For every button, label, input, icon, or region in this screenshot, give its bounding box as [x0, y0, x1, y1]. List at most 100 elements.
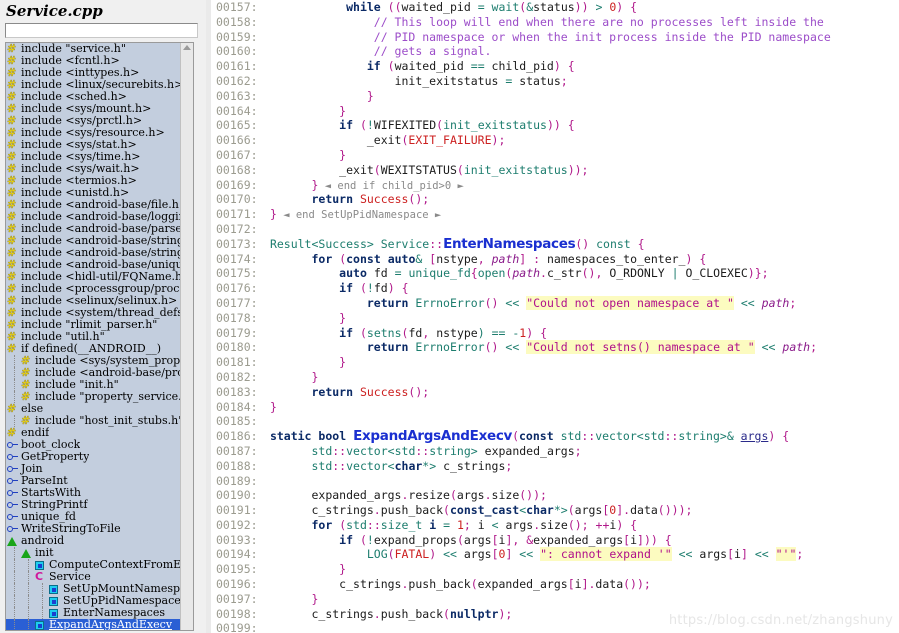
tree-vertical-scrollbar[interactable] — [180, 43, 193, 630]
code-line[interactable]: 00196: c_strings.push_back(expanded_args… — [206, 577, 899, 592]
code-line[interactable]: 00187: std::vector<std::string> expanded… — [206, 444, 899, 459]
tree-item[interactable]: include <sys/stat.h> — [6, 139, 181, 151]
chevron-up-icon[interactable] — [183, 45, 191, 50]
code-line[interactable]: 00175: auto fd = unique_fd{open(path.c_s… — [206, 266, 899, 281]
tree-item[interactable]: Service — [6, 571, 181, 583]
code-editor[interactable]: 00157: while ((waited_pid = wait(&status… — [206, 0, 899, 633]
tree-item[interactable]: include "service.h" — [6, 43, 181, 55]
code-line[interactable]: 00186: static bool ExpandArgsAndExecv(co… — [206, 429, 899, 444]
tree-item[interactable]: StartsWith — [6, 487, 181, 499]
tree-item[interactable]: include <sys/resource.h> — [6, 127, 181, 139]
tree-item[interactable]: include <android-base/parsedouble.h> — [6, 223, 181, 235]
code-line[interactable]: 00169: } ◄ end if child_pid>0 ► — [206, 178, 899, 193]
code-line[interactable]: 00191: c_strings.push_back(const_cast<ch… — [206, 503, 899, 518]
code-line[interactable]: 00199: — [206, 621, 899, 633]
code-line[interactable]: 00195: } — [206, 562, 899, 577]
code-line[interactable]: 00173: Result<Success> Service::EnterNam… — [206, 236, 899, 252]
code-line[interactable]: 00161: if (waited_pid == child_pid) { — [206, 59, 899, 74]
code-line[interactable]: 00198: c_strings.push_back(nullptr); — [206, 607, 899, 622]
code-line[interactable]: 00181: } — [206, 355, 899, 370]
tree-item[interactable]: include <linux/securebits.h> — [6, 79, 181, 91]
code-content[interactable]: 00157: while ((waited_pid = wait(&status… — [206, 0, 899, 633]
code-line[interactable]: 00177: return ErrnoError() << "Could not… — [206, 295, 899, 311]
tree-item[interactable]: include <android-base/stringprintf.h> — [6, 247, 181, 259]
filter-input[interactable] — [5, 23, 198, 38]
code-line[interactable]: 00163: } — [206, 89, 899, 104]
code-line[interactable]: 00172: — [206, 222, 899, 237]
tree-item[interactable]: include <android-base/properties.h> — [6, 367, 181, 379]
tree-item[interactable]: include <sys/time.h> — [6, 151, 181, 163]
tree-item[interactable]: include "util.h" — [6, 331, 181, 343]
tree-item[interactable]: unique_fd — [6, 511, 181, 523]
code-line[interactable]: 00168: _exit(WEXITSTATUS(init_exitstatus… — [206, 163, 899, 178]
code-line[interactable]: 00170: return Success(); — [206, 192, 899, 207]
code-line[interactable]: 00158: // This loop will end when there … — [206, 15, 899, 30]
tree-item[interactable]: SetUpMountNamespace — [6, 583, 181, 595]
code-line[interactable]: 00159: // PID namespace or when the init… — [206, 30, 899, 45]
code-line[interactable]: 00166: _exit(EXIT_FAILURE); — [206, 133, 899, 148]
code-line[interactable]: 00197: } — [206, 592, 899, 607]
tree-item[interactable]: SetUpPidNamespace — [6, 595, 181, 607]
code-line[interactable]: 00194: LOG(FATAL) << args[0] << ": canno… — [206, 547, 899, 562]
tree-item[interactable]: include <sys/prctl.h> — [6, 115, 181, 127]
tree-item[interactable]: include <android-base/logging.h> — [6, 211, 181, 223]
code-line[interactable]: 00157: while ((waited_pid = wait(&status… — [206, 0, 899, 15]
tree-item[interactable]: include "rlimit_parser.h" — [6, 319, 181, 331]
code-line[interactable]: 00160: // gets a signal. — [206, 44, 899, 59]
tree-item[interactable]: include "host_init_stubs.h" — [6, 415, 181, 427]
tree-item[interactable]: include <android-base/strings.h> — [6, 235, 181, 247]
code-line[interactable]: 00188: std::vector<char*> c_strings; — [206, 459, 899, 474]
code-line[interactable]: 00193: if (!expand_props(args[i], &expan… — [206, 533, 899, 548]
tree-item[interactable]: include <sys/mount.h> — [6, 103, 181, 115]
code-line[interactable]: 00185: — [206, 414, 899, 429]
tree-item[interactable]: include <sys/wait.h> — [6, 163, 181, 175]
tree-item[interactable]: WriteStringToFile — [6, 523, 181, 535]
code-line[interactable]: 00184: } — [206, 400, 899, 415]
tree-indent-guide — [7, 379, 21, 391]
code-line[interactable]: 00165: if (!WIFEXITED(init_exitstatus)) … — [206, 118, 899, 133]
tree-item[interactable]: boot_clock — [6, 439, 181, 451]
tree-item[interactable]: android — [6, 535, 181, 547]
tree-item[interactable]: include "property_service.h" — [6, 391, 181, 403]
code-line[interactable]: 00192: for (std::size_t i = 1; i < args.… — [206, 518, 899, 533]
tree-item[interactable]: include <unistd.h> — [6, 187, 181, 199]
tree-item[interactable]: include <hidl-util/FQName.h> — [6, 271, 181, 283]
tree-item[interactable]: include <processgroup/processgroup.h> — [6, 283, 181, 295]
code-line[interactable]: 00189: — [206, 474, 899, 489]
tree-item[interactable]: ComputeContextFromExecutable — [6, 559, 181, 571]
tree-item[interactable]: include <termios.h> — [6, 175, 181, 187]
code-line[interactable]: 00171: } ◄ end SetUpPidNamespace ► — [206, 207, 899, 222]
code-line[interactable]: 00178: } — [206, 311, 899, 326]
code-line[interactable]: 00176: if (!fd) { — [206, 281, 899, 296]
tree-item[interactable]: if defined(__ANDROID__) — [6, 343, 181, 355]
code-token: :: — [415, 443, 430, 458]
tree-item[interactable]: include <android-base/file.h> — [6, 199, 181, 211]
tree-item[interactable]: include <inttypes.h> — [6, 67, 181, 79]
tree-item[interactable]: ParseInt — [6, 475, 181, 487]
tree-item[interactable]: StringPrintf — [6, 499, 181, 511]
code-line[interactable]: 00164: } — [206, 104, 899, 119]
tree-item[interactable]: ExpandArgsAndExecv — [6, 619, 181, 630]
tree-item[interactable]: EnterNamespaces — [6, 607, 181, 619]
tree-item[interactable]: include <system/thread_defs.h> — [6, 307, 181, 319]
tree-item[interactable]: include <sched.h> — [6, 91, 181, 103]
tree-item[interactable]: init — [6, 547, 181, 559]
code-line[interactable]: 00190: expanded_args.resize(args.size())… — [206, 488, 899, 503]
code-line[interactable]: 00180: return ErrnoError() << "Could not… — [206, 340, 899, 355]
symbol-tree[interactable]: include "service.h"include <fcntl.h>incl… — [5, 42, 194, 631]
code-line[interactable]: 00174: for (const auto& [nstype, path] :… — [206, 252, 899, 267]
tree-item[interactable]: else — [6, 403, 181, 415]
code-line[interactable]: 00179: if (setns(fd, nstype) == -1) { — [206, 326, 899, 341]
code-line[interactable]: 00167: } — [206, 148, 899, 163]
tree-item[interactable]: include <android-base/unique_fd.h> — [6, 259, 181, 271]
tree-item[interactable]: include "init.h" — [6, 379, 181, 391]
tree-item[interactable]: include <sys/system_properties.h> — [6, 355, 181, 367]
tree-item[interactable]: include <fcntl.h> — [6, 55, 181, 67]
tree-item[interactable]: include <selinux/selinux.h> — [6, 295, 181, 307]
tree-item[interactable]: GetProperty — [6, 451, 181, 463]
code-line[interactable]: 00162: init_exitstatus = status; — [206, 74, 899, 89]
tree-item[interactable]: Join — [6, 463, 181, 475]
code-line[interactable]: 00183: return Success(); — [206, 385, 899, 400]
tree-item[interactable]: endif — [6, 427, 181, 439]
code-line[interactable]: 00182: } — [206, 370, 899, 385]
